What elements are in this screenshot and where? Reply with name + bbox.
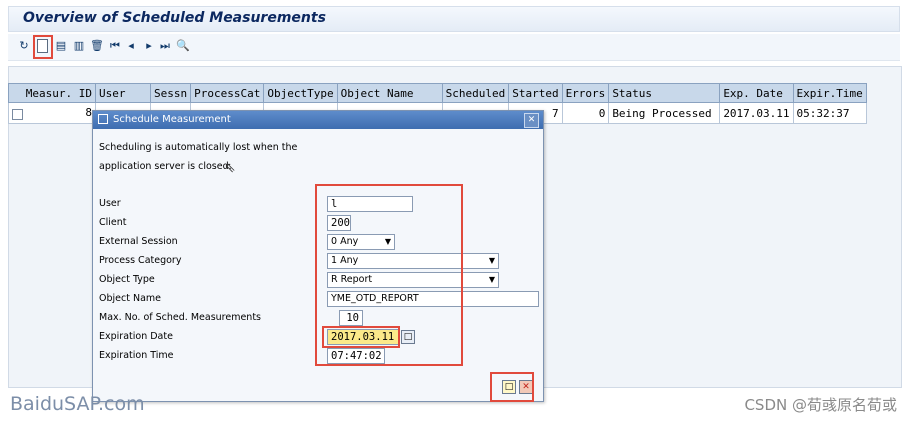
cell-expir-time: 05:32:37 [792,102,867,124]
watermark-right: CSDN @荀彧原名荀或 [744,396,897,414]
chevron-down-icon: ▼ [488,275,495,284]
label-process-category: Process Category [99,255,182,266]
col-header[interactable]: User [95,83,151,103]
table-header-row: Measur. ID User Sessn ProcessCat ObjectT… [8,83,867,103]
first-page-icon[interactable]: ⏮ [108,39,122,53]
col-header[interactable]: Object Name [336,83,443,103]
col-header[interactable]: Exp. Date [719,83,794,103]
dialog-title-bar[interactable]: Schedule Measurement ✕ [93,111,543,129]
label-client: Client [99,217,127,228]
find-icon[interactable]: 🔍 [176,39,190,53]
details-icon[interactable]: ▤ [54,39,68,53]
col-header[interactable]: Scheduled [441,83,510,103]
highlight-dialog-buttons [490,372,534,402]
watermark-left: BaiduSAP.com [10,393,145,415]
info-text-line1: Scheduling is automatically lost when th… [99,142,298,153]
measur-id-value: 8 [85,106,92,119]
row-select-checkbox[interactable] [12,109,23,120]
cell-status: Being Processed [608,102,721,124]
label-user: User [99,198,121,209]
chevron-down-icon: ▼ [488,256,495,265]
label-expiration-date: Expiration Date [99,331,173,342]
print-icon[interactable]: ▥ [72,39,86,53]
label-expiration-time: Expiration Time [99,350,174,361]
label-external-session: External Session [99,236,178,247]
delete-icon[interactable]: 🗑 [90,39,104,53]
col-header[interactable]: Started [508,83,563,103]
screen-title-bar: Overview of Scheduled Measurements [8,6,900,32]
highlight-expiration-date [322,326,400,348]
screen-title: Overview of Scheduled Measurements [23,10,326,26]
info-text-line2: application server is closed. [99,161,232,172]
next-page-icon[interactable]: ▸ [142,39,156,53]
label-max-measurements: Max. No. of Sched. Measurements [99,312,262,323]
application-toolbar: ↻ ▤ ▥ 🗑 ⏮ ◂ ▸ ⏭ 🔍 [8,34,900,61]
col-header[interactable]: Measur. ID [8,83,96,103]
refresh-icon[interactable]: ↻ [17,39,31,53]
dialog-window-icon [98,114,108,124]
label-object-name: Object Name [99,293,161,304]
col-header[interactable]: ObjectType [263,83,338,103]
dialog-title: Schedule Measurement [113,114,231,125]
col-header[interactable]: Expir.Time [792,83,867,103]
cell-errors: 0 [561,102,610,124]
last-page-icon[interactable]: ⏭ [158,39,172,53]
col-header[interactable]: ProcessCat [190,83,265,103]
cell-measur-id: 8 [8,102,96,124]
mouse-pointer-icon: ⇖ [224,160,236,176]
col-header[interactable]: Errors [561,83,610,103]
previous-page-icon[interactable]: ◂ [124,39,138,53]
label-object-type: Object Type [99,274,155,285]
cell-exp-date: 2017.03.11 [719,102,794,124]
highlight-new-button [33,35,53,59]
col-header[interactable]: Sessn [149,83,192,103]
col-header[interactable]: Status [608,83,721,103]
dialog-close-button[interactable]: ✕ [524,113,539,128]
